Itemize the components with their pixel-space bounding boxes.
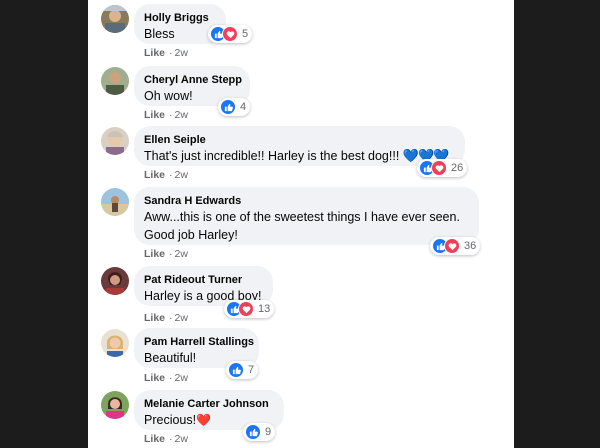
- like-button[interactable]: Like: [144, 372, 165, 384]
- comment-author[interactable]: Pam Harrell Stallings: [144, 335, 254, 349]
- comment-bubble: Sandra H Edwards Aww...this is one of th…: [134, 187, 479, 245]
- comment-actions: Like · 2w: [144, 47, 188, 59]
- like-reaction-icon: [228, 362, 244, 378]
- red-heart-emoji: ❤️: [196, 413, 212, 427]
- separator-dot: ·: [169, 372, 173, 384]
- like-button[interactable]: Like: [144, 109, 165, 121]
- comment-text: Bless: [144, 27, 175, 41]
- like-button[interactable]: Like: [144, 433, 165, 445]
- timestamp[interactable]: 2w: [175, 109, 188, 121]
- reaction-summary[interactable]: 4: [218, 98, 251, 116]
- comment-actions: Like · 2w: [144, 372, 188, 384]
- comment-text: That's just incredible!! Harley is the b…: [144, 147, 454, 165]
- separator-dot: ·: [169, 47, 173, 59]
- like-reaction-icon: [220, 99, 236, 115]
- love-reaction-icon: [238, 301, 254, 317]
- comment-bubble: Ellen Seiple That's just incredible!! Ha…: [134, 126, 465, 166]
- reaction-count: 26: [451, 162, 464, 174]
- separator-dot: ·: [169, 312, 173, 324]
- reaction-count: 13: [258, 303, 271, 315]
- reaction-summary[interactable]: 36: [430, 237, 481, 255]
- avatar[interactable]: [101, 5, 129, 33]
- like-reaction-icon: [245, 424, 261, 440]
- reaction-count: 36: [464, 240, 477, 252]
- reaction-summary[interactable]: 26: [417, 159, 468, 177]
- separator-dot: ·: [169, 109, 173, 121]
- reaction-count: 7: [248, 364, 255, 376]
- avatar[interactable]: [101, 67, 129, 95]
- timestamp[interactable]: 2w: [175, 312, 188, 324]
- separator-dot: ·: [169, 433, 173, 445]
- comment-text: Aww...this is one of the sweetest things…: [144, 210, 460, 242]
- reaction-summary[interactable]: 9: [243, 423, 276, 441]
- timestamp[interactable]: 2w: [175, 433, 188, 445]
- reaction-count: 5: [242, 28, 249, 40]
- avatar[interactable]: [101, 188, 129, 216]
- timestamp[interactable]: 2w: [175, 248, 188, 260]
- comments-panel: Holly Briggs Bless 5 Like · 2w Cheryl Anne…: [88, 0, 514, 448]
- comment-author[interactable]: Ellen Seiple: [144, 133, 454, 147]
- love-reaction-icon: [431, 160, 447, 176]
- timestamp[interactable]: 2w: [175, 372, 188, 384]
- comment-author[interactable]: Melanie Carter Johnson: [144, 397, 273, 411]
- comment-actions: Like · 2w: [144, 248, 188, 260]
- reaction-summary[interactable]: 5: [208, 25, 253, 43]
- comment-actions: Like · 2w: [144, 433, 188, 445]
- comment-author[interactable]: Holly Briggs: [144, 11, 215, 25]
- timestamp[interactable]: 2w: [175, 169, 188, 181]
- separator-dot: ·: [169, 169, 173, 181]
- like-button[interactable]: Like: [144, 312, 165, 324]
- comment-author[interactable]: Pat Rideout Turner: [144, 273, 262, 287]
- comment-actions: Like · 2w: [144, 312, 188, 324]
- avatar[interactable]: [101, 329, 129, 357]
- avatar[interactable]: [101, 267, 129, 295]
- avatar[interactable]: [101, 127, 129, 155]
- love-reaction-icon: [444, 238, 460, 254]
- comment-text-body: Precious!: [144, 413, 197, 427]
- comment-actions: Like · 2w: [144, 109, 188, 121]
- avatar[interactable]: [101, 391, 129, 419]
- love-reaction-icon: [222, 26, 238, 42]
- reaction-summary[interactable]: 13: [224, 300, 275, 318]
- comment-text-body: That's just incredible!! Harley is the b…: [144, 149, 400, 163]
- reaction-count: 9: [265, 426, 272, 438]
- reaction-count: 4: [240, 101, 247, 113]
- like-button[interactable]: Like: [144, 47, 165, 59]
- comment-author[interactable]: Cheryl Anne Stepp: [144, 73, 242, 87]
- like-button[interactable]: Like: [144, 169, 165, 181]
- separator-dot: ·: [169, 248, 173, 260]
- reaction-summary[interactable]: 7: [226, 361, 259, 379]
- comment-actions: Like · 2w: [144, 169, 188, 181]
- like-button[interactable]: Like: [144, 248, 165, 260]
- comment-author[interactable]: Sandra H Edwards: [144, 194, 468, 208]
- timestamp[interactable]: 2w: [175, 47, 188, 59]
